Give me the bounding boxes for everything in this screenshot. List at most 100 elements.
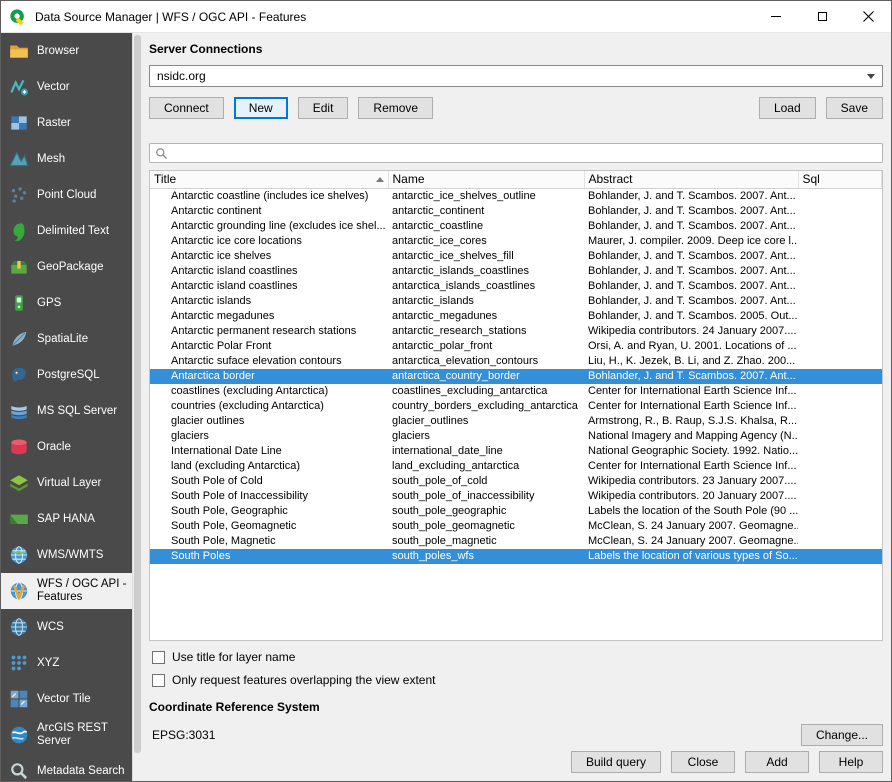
sidebar-item-label: MS SQL Server [37,405,117,418]
table-row[interactable]: coastlines (excluding Antarctica)coastli… [150,384,882,399]
scrollbar-thumb[interactable] [134,35,141,753]
table-row[interactable]: glacier outlinesglacier_outlinesArmstron… [150,414,882,429]
sidebar-item-wfs-ogc-api-features[interactable]: WFS / OGC API - Features [1,573,132,609]
table-row[interactable]: Antarctic coastline (includes ice shelve… [150,188,882,204]
sidebar-item-oracle[interactable]: Oracle [1,429,132,465]
cell-abstract: National Geographic Society. 1992. Natio… [584,444,798,459]
maximize-button[interactable] [799,1,845,33]
table-row[interactable]: Antarctic grounding line (excludes ice s… [150,219,882,234]
cell-title: International Date Line [150,444,388,459]
table-row[interactable]: Antarctic Polar Frontantarctic_polar_fro… [150,339,882,354]
crs-change-button[interactable]: Change... [801,724,883,746]
sidebar-item-mesh[interactable]: Mesh [1,141,132,177]
sidebar-item-vector[interactable]: Vector [1,69,132,105]
load-button[interactable]: Load [759,97,816,119]
cell-abstract: Bohlander, J. and T. Scambos. 2007. Ant.… [584,294,798,309]
cell-sql [798,369,882,384]
table-row[interactable]: Antarctic islandsantarctic_islandsBohlan… [150,294,882,309]
table-row[interactable]: South Pole of Inaccessibilitysouth_pole_… [150,489,882,504]
table-row[interactable]: South Polessouth_poles_wfsLabels the loc… [150,549,882,564]
add-button[interactable]: Add [745,751,809,773]
search-input[interactable] [173,145,877,161]
raster-icon [8,112,30,134]
table-row[interactable]: South Pole of Coldsouth_pole_of_coldWiki… [150,474,882,489]
sidebar-item-sap-hana[interactable]: SAP HANA [1,501,132,537]
sidebar-item-postgresql[interactable]: PostgreSQL [1,357,132,393]
cell-sql [798,354,882,369]
column-header-sql[interactable]: Sql [798,171,882,188]
cell-sql [798,444,882,459]
crs-section-title: Coordinate Reference System [149,700,883,714]
column-header-title[interactable]: Title [150,171,388,188]
column-header-label: Title [154,172,176,186]
sidebar-item-point-cloud[interactable]: Point Cloud [1,177,132,213]
table-row[interactable]: International Date Lineinternational_dat… [150,444,882,459]
minimize-icon [771,16,781,17]
cell-name: south_pole_of_cold [388,474,584,489]
table-row[interactable]: countries (excluding Antarctica)country_… [150,399,882,414]
table-row[interactable]: Antarctic ice shelvesantarctic_ice_shelv… [150,249,882,264]
sidebar-item-raster[interactable]: Raster [1,105,132,141]
sidebar-item-vector-tile[interactable]: Vector Tile [1,681,132,717]
server-connection-select[interactable]: nsidc.org [149,65,883,87]
sidebar-item-virtual-layer[interactable]: Virtual Layer [1,465,132,501]
table-row[interactable]: South Pole, Geomagneticsouth_pole_geomag… [150,519,882,534]
sidebar-scrollbar[interactable] [132,33,142,781]
cell-sql [798,399,882,414]
sidebar-item-label: Metadata Search [37,765,125,778]
only-overlapping-option[interactable]: Only request features overlapping the vi… [152,673,883,687]
sidebar-item-ms-sql-server[interactable]: MS SQL Server [1,393,132,429]
table-row[interactable]: Antarctic permanent research stationsant… [150,324,882,339]
build-query-button[interactable]: Build query [571,751,661,773]
cell-sql [798,459,882,474]
sidebar-item-metadata-search[interactable]: Metadata Search [1,753,132,781]
sidebar-item-label: XYZ [37,657,59,670]
titlebar: Data Source Manager | WFS / OGC API - Fe… [1,1,891,33]
sidebar-item-browser[interactable]: Browser [1,33,132,69]
use-title-checkbox[interactable] [152,651,165,664]
minimize-button[interactable] [753,1,799,33]
table-row[interactable]: Antarctica borderantarctica_country_bord… [150,369,882,384]
window-title: Data Source Manager | WFS / OGC API - Fe… [35,10,753,24]
cell-sql [798,429,882,444]
table-row[interactable]: South Pole, Magneticsouth_pole_magneticM… [150,534,882,549]
sidebar-item-spatialite[interactable]: SpatiaLite [1,321,132,357]
only-overlapping-checkbox[interactable] [152,674,165,687]
table-row[interactable]: Antarctic megadunesantarctic_megadunesBo… [150,309,882,324]
sidebar-item-label: SAP HANA [37,513,95,526]
cell-name: antarctic_ice_shelves_fill [388,249,584,264]
sidebar-item-arcgis-rest-server[interactable]: ArcGIS REST Server [1,717,132,753]
cell-abstract: Bohlander, J. and T. Scambos. 2007. Ant.… [584,279,798,294]
spatialite-icon [8,328,30,350]
sidebar-item-delimited-text[interactable]: Delimited Text [1,213,132,249]
table-row[interactable]: Antarctic island coastlinesantarctica_is… [150,279,882,294]
sidebar-item-wms-wmts[interactable]: WMS/WMTS [1,537,132,573]
column-header-abstract[interactable]: Abstract [584,171,798,188]
edit-button[interactable]: Edit [298,97,349,119]
use-title-option[interactable]: Use title for layer name [152,650,883,664]
filter-search-field[interactable] [149,143,883,163]
close-button[interactable] [845,1,891,33]
sidebar-item-label: Virtual Layer [37,477,101,490]
crs-row: EPSG:3031 Change... [152,724,883,746]
sidebar-item-xyz[interactable]: XYZ [1,645,132,681]
table-row[interactable]: land (excluding Antarctica)land_excludin… [150,459,882,474]
sidebar-item-gps[interactable]: GPS [1,285,132,321]
table-row[interactable]: Antarctic island coastlinesantarctic_isl… [150,264,882,279]
sidebar-item-label: WCS [37,621,64,634]
remove-button[interactable]: Remove [358,97,433,119]
table-row[interactable]: Antarctic suface elevation contoursantar… [150,354,882,369]
table-row[interactable]: South Pole, Geographicsouth_pole_geograp… [150,504,882,519]
help-button[interactable]: Help [819,751,883,773]
table-row[interactable]: Antarctic ice core locationsantarctic_ic… [150,234,882,249]
table-row[interactable]: glaciersglaciersNational Imagery and Map… [150,429,882,444]
connect-button[interactable]: Connect [149,97,224,119]
column-header-name[interactable]: Name [388,171,584,188]
new-button[interactable]: New [234,97,288,119]
sidebar-item-geopackage[interactable]: GeoPackage [1,249,132,285]
save-button[interactable]: Save [826,97,883,119]
close-dialog-button[interactable]: Close [671,751,735,773]
sidebar-item-wcs[interactable]: WCS [1,609,132,645]
vector-icon [8,76,30,98]
table-row[interactable]: Antarctic continentantarctic_continentBo… [150,204,882,219]
